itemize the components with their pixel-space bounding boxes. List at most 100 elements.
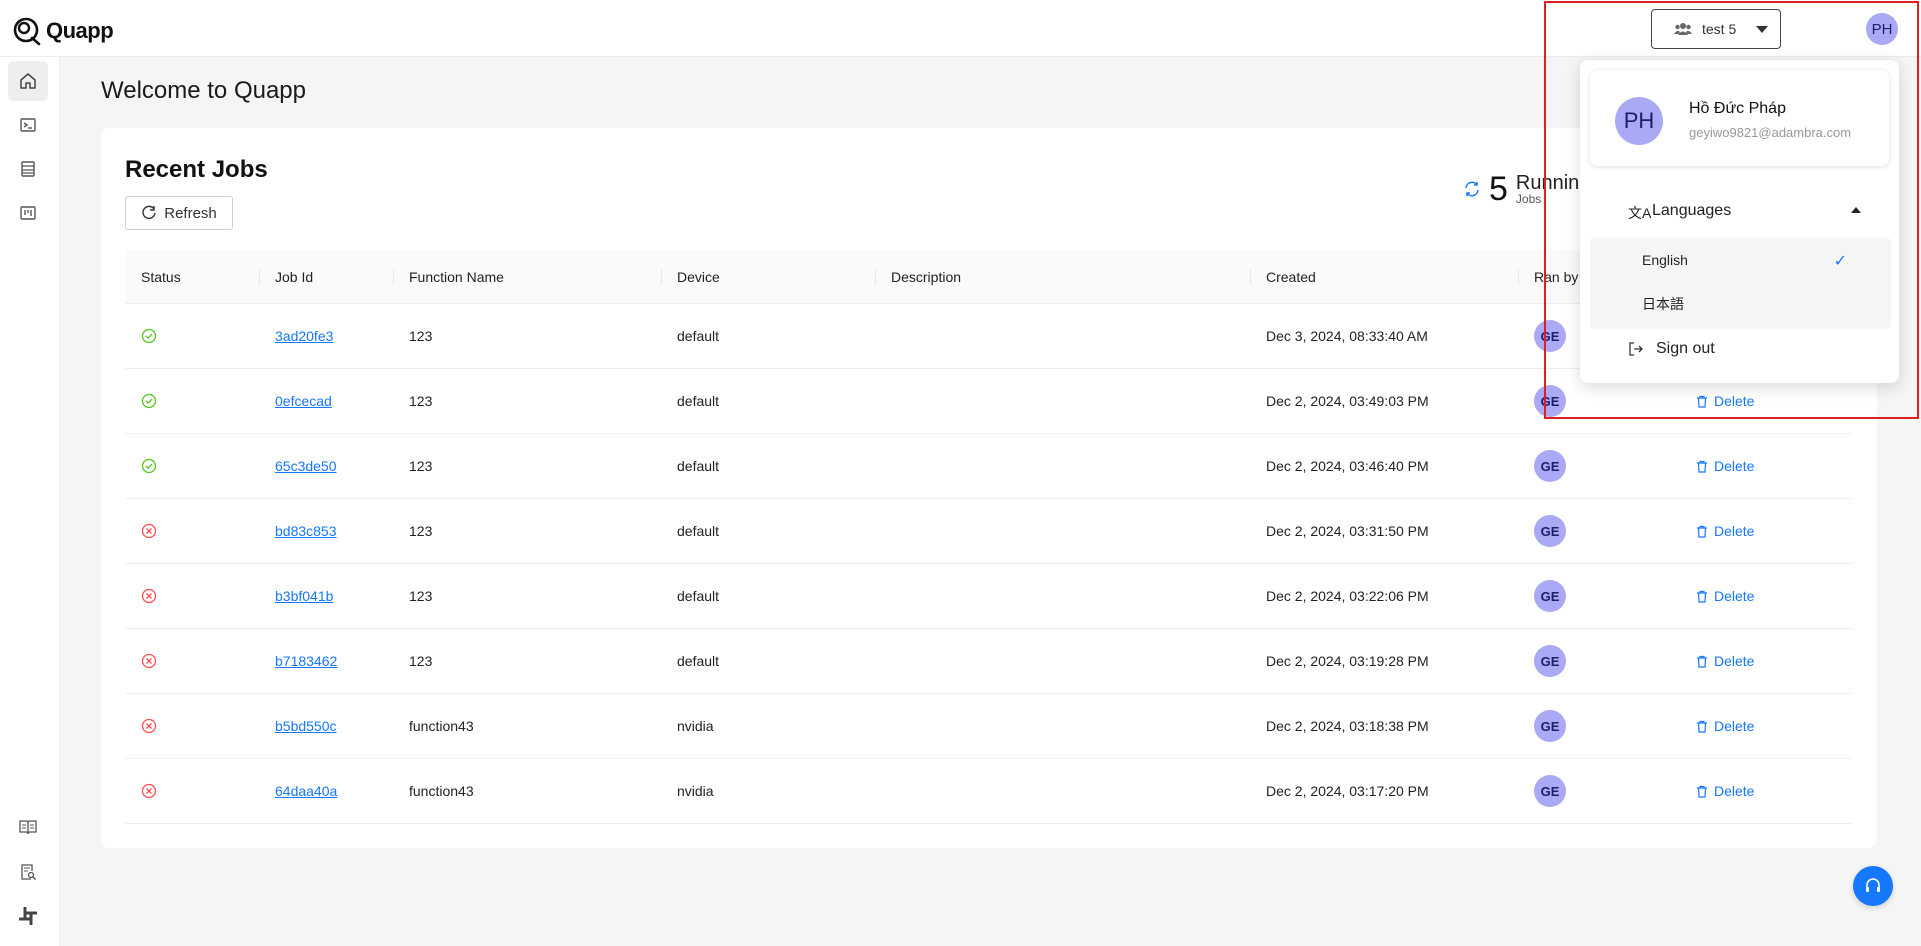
column-header-status[interactable]: Status [125,250,259,304]
job-id-link[interactable]: 0efcecad [275,393,332,409]
headset-icon [1866,878,1880,892]
actions-cell: Delete [1680,523,1852,539]
document-search-icon [21,864,36,880]
top-header: Quapp test 5 PH [0,0,1921,57]
profile-card: PH Hồ Đức Pháp geyiwo9821@adambra.com [1590,70,1889,166]
actions-cell: Delete [1680,393,1852,409]
column-header-device[interactable]: Device [661,250,875,304]
error-icon [141,783,157,799]
job-id-link[interactable]: 3ad20fe3 [275,328,333,344]
running-count: 5 [1489,170,1508,208]
ran-by-cell: GE [1518,580,1680,612]
job-id-link[interactable]: 65c3de50 [275,458,337,474]
device-cell: nvidia [677,783,714,799]
ran-by-cell: GE [1518,515,1680,547]
created-cell: Dec 2, 2024, 03:49:03 PM [1266,393,1429,409]
created-cell: Dec 3, 2024, 08:33:40 AM [1266,328,1428,344]
job-id-cell: 0efcecad [259,393,393,409]
function-name-cell: 123 [409,588,433,604]
sidebar-item-functions[interactable] [8,105,48,145]
app-logo[interactable]: Quapp [12,16,114,46]
languages-toggle[interactable]: 文A Languages [1580,193,1899,229]
language-option-japanese[interactable]: 日本語 [1590,282,1891,326]
column-header-description[interactable]: Description [875,250,1250,304]
created-cell: Dec 2, 2024, 03:18:38 PM [1266,718,1429,734]
column-header-function-name[interactable]: Function Name [393,250,661,304]
recent-jobs-title: Recent Jobs [125,156,268,183]
refresh-button[interactable]: Refresh [125,196,233,230]
sidebar-item-slack[interactable] [8,896,48,936]
language-option-english[interactable]: English ✓ [1590,238,1891,282]
delete-button[interactable]: Delete [1696,653,1754,669]
status-cell [125,458,259,474]
actions-cell: Delete [1680,458,1852,474]
delete-button[interactable]: Delete [1696,523,1754,539]
status-cell [125,523,259,539]
delete-button[interactable]: Delete [1696,588,1754,604]
job-id-link[interactable]: b3bf041b [275,588,333,604]
job-id-cell: bd83c853 [259,523,393,539]
table-row: b7183462 123 default Dec 2, 2024, 03:19:… [125,629,1852,694]
status-cell [125,588,259,604]
status-cell [125,783,259,799]
ran-by-avatar: GE [1534,645,1566,677]
running-sublabel: Jobs [1515,192,1542,206]
device-cell: default [677,523,720,539]
delete-button[interactable]: Delete [1696,718,1754,734]
function-name-cell: 123 [409,393,433,409]
running-label: Runnin [1515,172,1580,194]
device-cell: default [677,393,720,409]
error-icon [141,523,157,539]
actions-cell: Delete [1680,653,1852,669]
sidebar [0,57,60,946]
device-cell: nvidia [677,718,714,734]
success-icon [141,393,157,409]
sidebar-item-jobs[interactable] [8,149,48,189]
ran-by-cell: GE [1518,385,1680,417]
table-row: bd83c853 123 default Dec 2, 2024, 03:31:… [125,499,1852,564]
delete-label: Delete [1714,393,1755,409]
sidebar-item-board[interactable] [8,193,48,233]
user-menu-dropdown: PH Hồ Đức Pháp geyiwo9821@adambra.com 文A… [1580,60,1899,383]
error-icon [141,588,157,604]
delete-button[interactable]: Delete [1696,783,1754,799]
profile-email: geyiwo9821@adambra.com [1689,125,1852,140]
sidebar-item-search-docs[interactable] [8,852,48,892]
refresh-label: Refresh [164,204,217,222]
success-icon [141,458,157,474]
trash-icon [1697,395,1707,408]
function-name-cell: function43 [409,718,474,734]
caret-up-icon [1851,207,1861,213]
job-id-link[interactable]: bd83c853 [275,523,337,539]
ran-by-avatar: GE [1534,320,1566,352]
support-chat-button[interactable] [1853,866,1893,906]
user-avatar-button[interactable]: PH [1866,13,1898,45]
job-id-link[interactable]: 64daa40a [275,783,337,799]
delete-button[interactable]: Delete [1696,458,1754,474]
logout-icon [1629,342,1643,356]
status-cell [125,328,259,344]
team-select[interactable]: test 5 [1651,9,1781,49]
delete-label: Delete [1714,523,1755,539]
ran-by-cell: GE [1518,450,1680,482]
table-row: b5bd550c function43 nvidia Dec 2, 2024, … [125,694,1852,759]
delete-label: Delete [1714,458,1755,474]
job-id-cell: b3bf041b [259,588,393,604]
created-cell: Dec 2, 2024, 03:31:50 PM [1266,523,1429,539]
ran-by-avatar: GE [1534,775,1566,807]
profile-name: Hồ Đức Pháp [1689,100,1786,117]
sign-out-label: Sign out [1656,340,1715,357]
delete-button[interactable]: Delete [1696,393,1754,409]
table-row: 64daa40a function43 nvidia Dec 2, 2024, … [125,759,1852,824]
languages-list: English ✓ 日本語 [1590,238,1891,329]
delete-label: Delete [1714,718,1755,734]
sidebar-item-home[interactable] [8,61,48,101]
job-id-link[interactable]: b5bd550c [275,718,337,734]
job-id-link[interactable]: b7183462 [275,653,337,669]
column-header-job-id[interactable]: Job Id [259,250,393,304]
sidebar-item-docs[interactable] [8,807,48,847]
column-header-created[interactable]: Created [1250,250,1518,304]
sign-out-button[interactable]: Sign out [1628,340,1715,358]
error-icon [141,653,157,669]
device-cell: default [677,458,720,474]
